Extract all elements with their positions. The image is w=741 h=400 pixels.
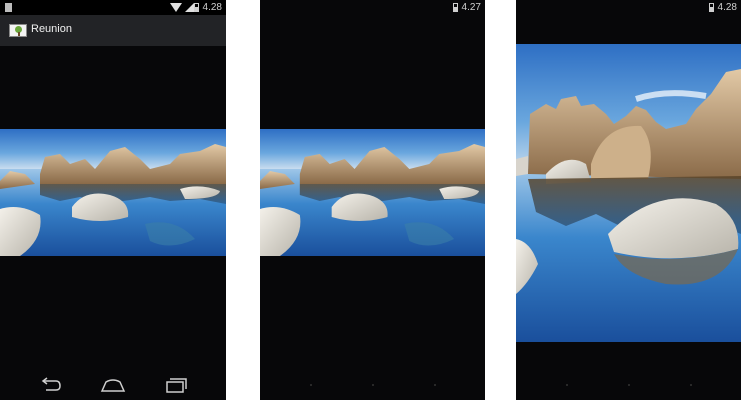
status-time: 4.28 <box>717 2 737 13</box>
phone-screen-3: 4.28 <box>516 0 741 400</box>
nav-dot <box>372 384 374 386</box>
nav-dot <box>310 384 312 386</box>
lake-photo-image <box>516 44 741 342</box>
status-time: 4.27 <box>461 2 481 13</box>
phone-screen-2: 4.27 <box>260 0 485 400</box>
status-time: 4.28 <box>202 2 222 13</box>
recent-apps-icon[interactable] <box>162 376 188 394</box>
action-bar: Reunion <box>0 15 226 46</box>
tree-icon[interactable] <box>9 24 27 37</box>
back-icon[interactable] <box>38 376 64 394</box>
status-bar: 4.28 <box>0 0 226 15</box>
signal-icon <box>185 3 194 12</box>
lake-photo-image <box>0 129 226 256</box>
photo-panorama[interactable] <box>0 129 226 256</box>
status-bar: 4.27 <box>260 0 485 15</box>
nav-dot <box>566 384 568 386</box>
battery-icon <box>709 3 714 12</box>
battery-icon <box>194 3 199 12</box>
home-icon[interactable] <box>100 376 126 394</box>
navigation-bar <box>0 370 226 400</box>
nav-dot <box>434 384 436 386</box>
nav-dot <box>628 384 630 386</box>
phone-screen-1: 4.28 Reunion <box>0 0 226 400</box>
status-bar: 4.28 <box>516 0 741 15</box>
app-title: Reunion <box>31 23 72 35</box>
photo-cropped[interactable] <box>516 44 741 342</box>
battery-icon <box>453 3 458 12</box>
wifi-icon <box>170 3 182 12</box>
photo-panorama[interactable] <box>260 129 485 256</box>
nav-dot <box>690 384 692 386</box>
lake-photo-image <box>260 129 485 256</box>
notification-icon <box>5 3 12 12</box>
